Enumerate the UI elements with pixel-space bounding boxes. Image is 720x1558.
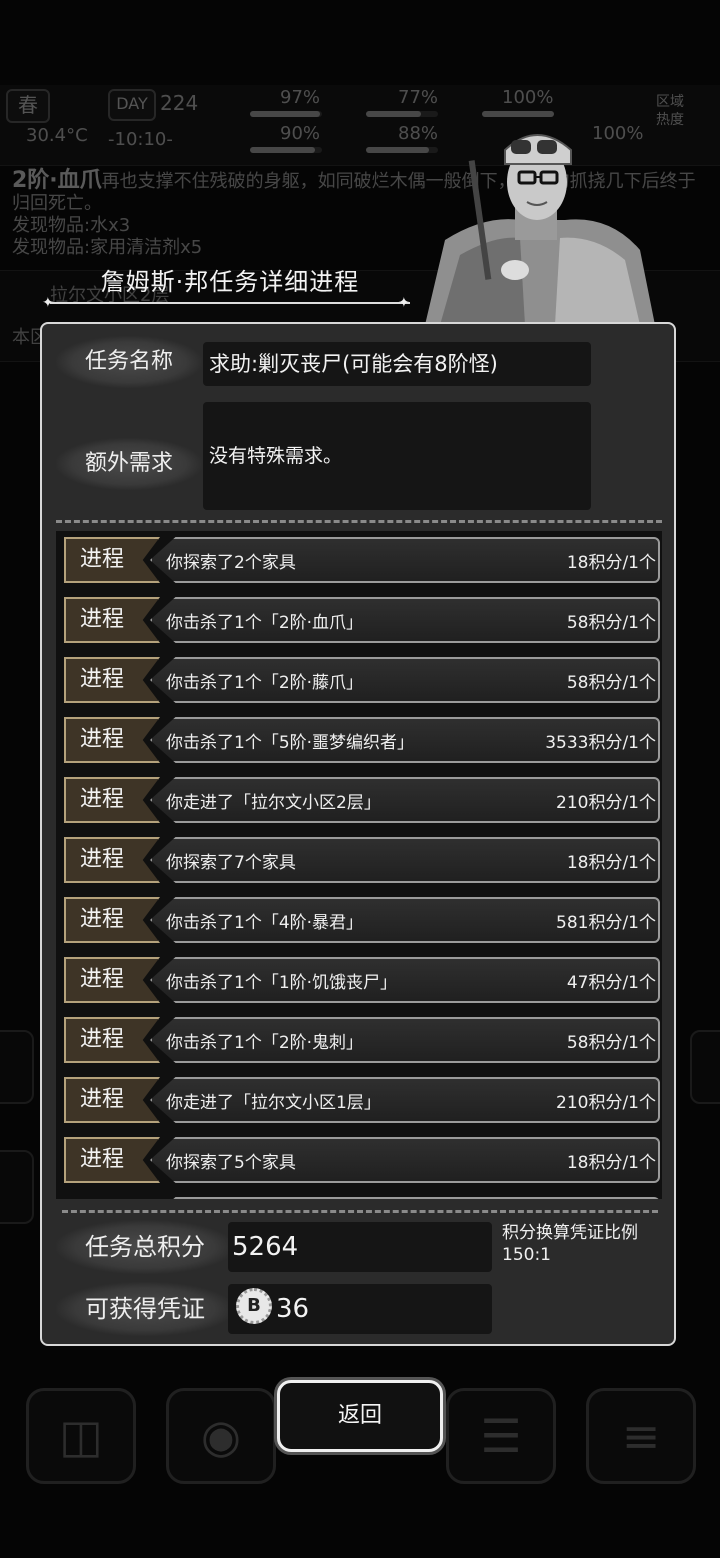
- progress-tag: 进程: [64, 657, 160, 703]
- season-badge: 春: [6, 89, 50, 123]
- progress-desc: 你走进了「拉尔文小区2层」: [166, 793, 381, 813]
- voucher-value: 36: [276, 1294, 310, 1324]
- backpack-icon: ◫: [26, 1388, 136, 1484]
- progress-points: 58积分/1个: [566, 1033, 656, 1053]
- hunger-bar: [366, 111, 438, 117]
- progress-row: 进程 你击杀了1个「4阶·暴君」 581积分/1个: [60, 895, 660, 945]
- progress-desc: 你探索了2个家具: [166, 553, 296, 573]
- progress-desc: 你走进了「拉尔文小区1层」: [166, 1093, 381, 1113]
- progress-desc: 你探索了5个家具: [166, 1153, 296, 1173]
- menu-list-icon: ≡: [586, 1388, 696, 1484]
- task-name-label: 任务名称: [56, 336, 202, 388]
- total-points-label: 任务总积分: [56, 1220, 234, 1274]
- ornament-left-icon: ✦: [42, 295, 54, 311]
- progress-desc: 你击杀了1个「5阶·噩梦编织者」: [166, 733, 415, 753]
- stat-mood: 100%: [502, 87, 554, 108]
- log-enemy: 2阶·血爪: [12, 168, 102, 193]
- progress-tag: 进程: [64, 1137, 160, 1183]
- voucher-label: 可获得凭证: [56, 1282, 234, 1336]
- title-underline: [50, 302, 410, 304]
- total-points-value: 5264: [228, 1222, 492, 1272]
- extra-requirement-value: 没有特殊需求。: [203, 402, 591, 510]
- day-label: DAY: [108, 89, 156, 121]
- progress-points: 210积分/1个: [556, 793, 656, 813]
- sanity-bar: [250, 147, 322, 153]
- progress-desc: 你击杀了1个「1阶·饥饿丧尸」: [166, 973, 398, 993]
- zone-label: 区域: [656, 94, 684, 110]
- progress-row: 进程 你击杀了1个「2阶·血爪」 58积分/1个: [60, 595, 660, 645]
- stat-sanity: 90%: [280, 123, 321, 144]
- stat-health: 97%: [280, 87, 321, 108]
- progress-points: 58积分/1个: [566, 673, 656, 693]
- progress-tag: 进程: [64, 1077, 160, 1123]
- summary-divider: [62, 1210, 658, 1213]
- health-bar: [250, 111, 322, 117]
- log-found-1: 发现物品:水x3: [12, 215, 131, 236]
- progress-tag: 进程: [64, 717, 160, 763]
- brain-icon: ◉: [166, 1388, 276, 1484]
- side-chip-left-2: [0, 1150, 34, 1224]
- progress-list[interactable]: 进程 你探索了2个家具 18积分/1个 进程 你击杀了1个「2阶·血爪」 58积…: [56, 531, 662, 1199]
- progress-points: 18积分/1个: [566, 553, 656, 573]
- side-chip-right: [690, 1030, 720, 1104]
- character-portrait: [425, 134, 655, 325]
- coin-icon: B: [236, 1288, 272, 1324]
- progress-row: 进程 你走进了「拉尔文小区2层」 210积分/1个: [60, 775, 660, 825]
- progress-tag: 进程: [64, 957, 160, 1003]
- task-name-value: 求助:剿灭丧尸(可能会有8阶怪): [203, 342, 591, 386]
- progress-points: 3533积分/1个: [545, 733, 656, 753]
- progress-points: 210积分/1个: [556, 1093, 656, 1113]
- progress-desc: 你击杀了1个「2阶·血爪」: [166, 613, 364, 633]
- progress-points: 47积分/1个: [566, 973, 656, 993]
- progress-points: 58积分/1个: [566, 613, 656, 633]
- mood-bar: [482, 111, 554, 117]
- progress-tag: 进程: [64, 1017, 160, 1063]
- progress-row: 进程 你击杀了1个「5阶·噩梦编织者」 3533积分/1个: [60, 715, 660, 765]
- progress-tag: 进程: [64, 837, 160, 883]
- progress-points: 18积分/1个: [566, 1153, 656, 1173]
- ratio-label: 积分换算凭证比例: [502, 1223, 638, 1243]
- progress-points: 581积分/1个: [556, 913, 656, 933]
- log-found-2: 发现物品:家用清洁剂x5: [12, 237, 203, 258]
- progress-desc: 你击杀了1个「4阶·暴君」: [166, 913, 364, 933]
- temperature: 30.4°C: [26, 125, 88, 146]
- progress-row: 进程 你探索了7个家具 18积分/1个: [60, 835, 660, 885]
- progress-row: 进程 你探索了5个家具 18积分/1个: [60, 1135, 660, 1185]
- stat-hunger: 77%: [398, 87, 439, 108]
- page-title: 詹姆斯·邦任务详细进程: [100, 268, 360, 296]
- progress-tag: 进程: [64, 537, 160, 583]
- ratio-block: 积分换算凭证比例 150:1: [502, 1222, 638, 1266]
- clock: -10:10-: [108, 129, 173, 150]
- return-button[interactable]: 返回: [277, 1380, 443, 1452]
- progress-row: 进程 你探索了2个家具 18积分/1个: [60, 535, 660, 585]
- progress-row: 进程 你走进了「拉尔文小区1层」 210积分/1个: [60, 1075, 660, 1125]
- ratio-value: 150:1: [502, 1245, 551, 1265]
- progress-row-partial: [60, 1195, 660, 1199]
- extra-requirement-label: 额外需求: [56, 438, 202, 490]
- side-chip-left: [0, 1030, 34, 1104]
- progress-points: 18积分/1个: [566, 853, 656, 873]
- progress-row: 进程 你击杀了1个「2阶·藤爪」 58积分/1个: [60, 655, 660, 705]
- progress-desc: 你击杀了1个「2阶·鬼刺」: [166, 1033, 364, 1053]
- heat-label: 热度: [656, 112, 684, 128]
- progress-row: 进程 你击杀了1个「2阶·鬼刺」 58积分/1个: [60, 1015, 660, 1065]
- divider: [56, 520, 662, 523]
- progress-tag: 进程: [64, 597, 160, 643]
- day-count: 224: [160, 91, 199, 115]
- progress-tag: 进程: [64, 897, 160, 943]
- progress-desc: 你探索了7个家具: [166, 853, 296, 873]
- title-banner: 詹姆斯·邦任务详细进程 ✦ ✦: [40, 258, 420, 318]
- progress-row: 进程 你击杀了1个「1阶·饥饿丧尸」 47积分/1个: [60, 955, 660, 1005]
- cart-icon: ☰: [446, 1388, 556, 1484]
- progress-desc: 你击杀了1个「2阶·藤爪」: [166, 673, 364, 693]
- task-detail-panel: 任务名称 求助:剿灭丧尸(可能会有8阶怪) 额外需求 没有特殊需求。 进程 你探…: [40, 322, 676, 1346]
- ornament-right-icon: ✦: [398, 295, 410, 311]
- progress-tag: 进程: [64, 777, 160, 823]
